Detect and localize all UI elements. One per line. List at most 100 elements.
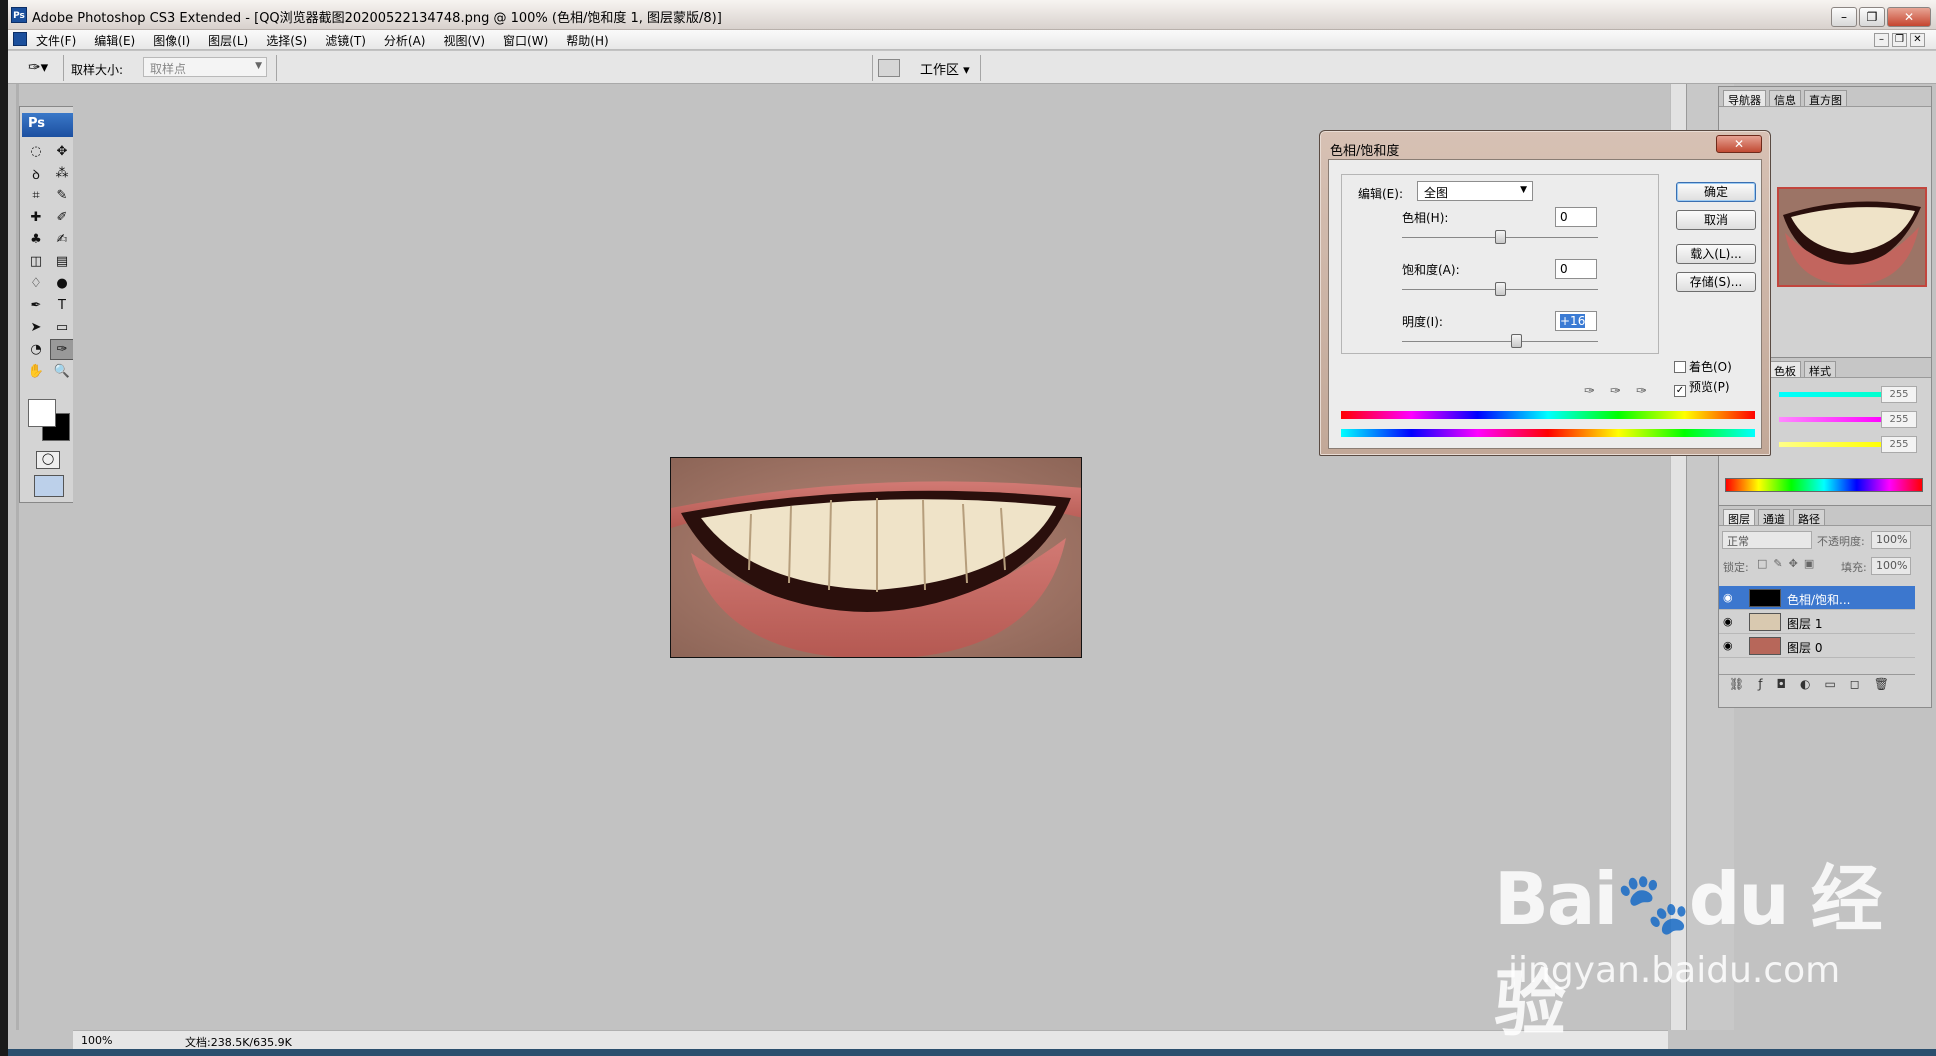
shape-icon[interactable]: ▭ [50,317,74,338]
layer-row-0[interactable]: ◉ 图层 0 [1719,634,1915,658]
green-slider[interactable] [1779,417,1884,422]
edit-range-select[interactable]: 全图 ▼ [1417,181,1533,201]
check-icon[interactable]: ✓ [1674,385,1686,397]
save-button[interactable]: 存储(S)... [1676,272,1756,292]
tab-swatches[interactable]: 色板 [1769,361,1801,378]
zoom-icon[interactable]: 🔍 [50,361,74,382]
red-value[interactable]: 255 [1881,386,1917,403]
tab-histogram[interactable]: 直方图 [1804,90,1847,107]
menu-select[interactable]: 选择(S) [266,32,307,49]
tab-info[interactable]: 信息 [1769,90,1801,107]
layer-row-1[interactable]: ◉ 图层 1 [1719,610,1915,634]
menu-view[interactable]: 视图(V) [443,32,485,49]
opacity-input[interactable]: 100% [1871,531,1911,549]
doc-close-button[interactable]: ✕ [1910,33,1925,47]
blend-mode-select[interactable]: 正常 [1722,531,1812,549]
zoom-level[interactable]: 100% [81,1034,112,1047]
tab-paths[interactable]: 路径 [1793,509,1825,526]
restore-button[interactable]: ❐ [1859,7,1885,27]
menu-window[interactable]: 窗口(W) [503,32,548,49]
trash-icon[interactable]: 🗑 [1874,677,1889,692]
lightness-input[interactable]: +16 [1555,311,1597,331]
doc-restore-button[interactable]: ❐ [1892,33,1907,47]
dialog-close-button[interactable]: ✕ [1716,135,1762,153]
magic-wand-icon[interactable]: ⁂ [50,163,74,184]
blue-slider[interactable] [1779,442,1884,447]
fill-input[interactable]: 100% [1871,557,1911,575]
move-icon[interactable]: ✥ [50,141,74,162]
eye-icon[interactable]: ◉ [1723,639,1733,652]
pen-icon[interactable]: ✒ [24,295,48,316]
gradient-icon[interactable]: ▤ [50,251,74,272]
fx-icon[interactable]: ƒ [1758,677,1762,692]
crop-icon[interactable]: ⌗ [24,185,48,206]
preview-checkbox[interactable]: ✓ 预览(P) [1674,378,1730,397]
folder-icon[interactable]: ▭ [1824,677,1835,692]
history-brush-icon[interactable]: ✍ [50,229,74,250]
menu-help[interactable]: 帮助(H) [566,32,608,49]
hand-icon[interactable]: ✋ [24,361,48,382]
bridge-icon[interactable] [878,59,900,77]
quick-mask-icon[interactable]: ◯ [36,451,60,469]
tab-navigator[interactable]: 导航器 [1723,90,1766,107]
menu-analysis[interactable]: 分析(A) [384,32,426,49]
saturation-input[interactable]: 0 [1555,259,1597,279]
blur-icon[interactable]: ♢ [24,273,48,294]
minimize-button[interactable]: – [1831,7,1857,27]
menu-edit[interactable]: 编辑(E) [94,32,135,49]
green-value[interactable]: 255 [1881,411,1917,428]
load-button[interactable]: 载入(L)... [1676,244,1756,264]
eyedropper-icon[interactable]: ✑ [50,339,74,360]
slice-icon[interactable]: ✎ [50,185,74,206]
type-icon[interactable]: T [50,295,74,316]
adjustment-icon[interactable]: ◐ [1800,677,1810,692]
screen-mode-icon[interactable] [34,475,64,497]
hue-input[interactable]: 0 [1555,207,1597,227]
eyedropper-plus-icon[interactable]: ✑ [1610,384,1621,399]
document-image[interactable] [670,457,1082,658]
close-button[interactable]: ✕ [1887,7,1931,27]
ok-button[interactable]: 确定 [1676,182,1756,202]
new-layer-icon[interactable]: ◻ [1850,677,1860,692]
hue-slider-thumb[interactable] [1495,230,1506,244]
tab-channels[interactable]: 通道 [1758,509,1790,526]
lock-icons[interactable]: □✎✥▣ [1757,557,1820,570]
path-select-icon[interactable]: ➤ [24,317,48,338]
eyedropper-icon[interactable]: ✑ [1584,384,1595,399]
workspace-menu[interactable]: 工作区 ▾ [920,59,970,78]
red-slider[interactable] [1779,392,1884,397]
healing-icon[interactable]: ✚ [24,207,48,228]
menu-layer[interactable]: 图层(L) [208,32,248,49]
eye-icon[interactable]: ◉ [1723,591,1733,604]
colorize-checkbox[interactable]: 着色(O) [1674,358,1732,375]
dodge-icon[interactable]: ● [50,273,74,294]
color-spectrum[interactable] [1725,478,1923,492]
lasso-icon[interactable]: ꝺ [24,163,48,184]
eyedropper-minus-icon[interactable]: ✑ [1636,384,1647,399]
menu-image[interactable]: 图像(I) [153,32,190,49]
saturation-slider-thumb[interactable] [1495,282,1506,296]
layer-row-hue-saturation[interactable]: ◉ 色相/饱和... [1719,586,1915,610]
document-icon[interactable] [13,32,27,46]
marquee-icon[interactable]: ◌ [24,141,48,162]
blue-value[interactable]: 255 [1881,436,1917,453]
notes-icon[interactable]: ◔ [24,339,48,360]
eye-icon[interactable]: ◉ [1723,615,1733,628]
colorize-box[interactable] [1674,361,1686,373]
eraser-icon[interactable]: ◫ [24,251,48,272]
cancel-button[interactable]: 取消 [1676,210,1756,230]
tab-styles[interactable]: 样式 [1804,361,1836,378]
foreground-color-swatch[interactable] [28,399,56,427]
brush-icon[interactable]: ✐ [50,207,74,228]
lightness-slider-thumb[interactable] [1511,334,1522,348]
navigator-preview[interactable] [1777,187,1927,287]
sample-size-select[interactable]: 取样点 ▼ [143,57,267,77]
doc-minimize-button[interactable]: – [1874,33,1889,47]
mask-icon[interactable]: ◘ [1776,677,1786,692]
eyedropper-preset-icon[interactable]: ✑▾ [28,58,56,78]
menu-file[interactable]: 文件(F) [36,32,76,49]
stamp-icon[interactable]: ♣ [24,229,48,250]
link-icon[interactable]: ⛓ [1729,677,1744,692]
menu-filter[interactable]: 滤镜(T) [325,32,366,49]
tab-layers[interactable]: 图层 [1723,509,1755,526]
